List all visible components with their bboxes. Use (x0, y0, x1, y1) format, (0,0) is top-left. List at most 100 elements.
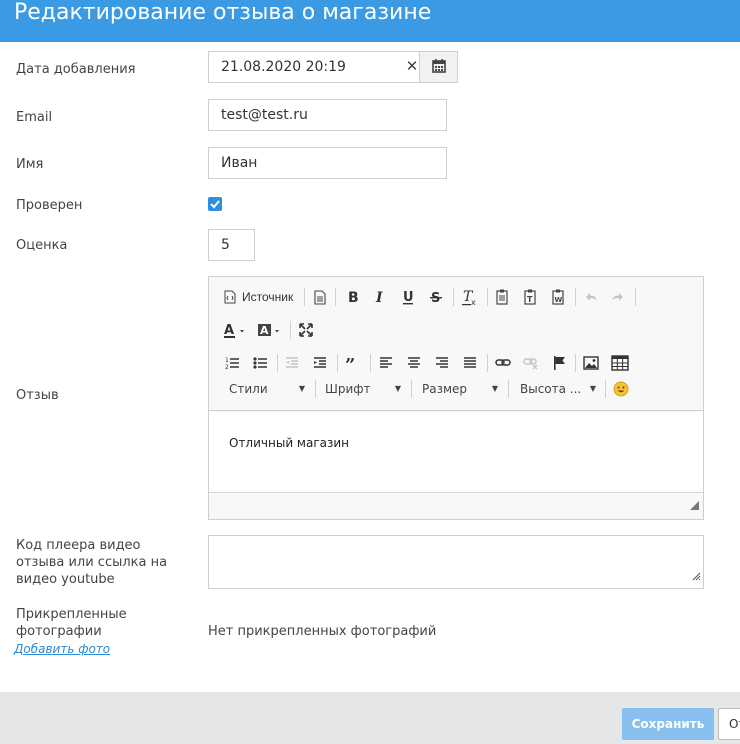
resize-handle-icon[interactable] (689, 497, 699, 515)
toolbar-separator (453, 288, 454, 306)
dialog-title: Редактирование отзыва о магазине (14, 0, 432, 25)
styles-dropdown[interactable]: Стили ▼ (229, 378, 307, 400)
review-label: Отзыв (16, 388, 59, 403)
font-dropdown[interactable]: Шрифт ▼ (325, 378, 403, 400)
toolbar-separator (315, 380, 316, 398)
add-photo-link[interactable]: Добавить фото (14, 642, 110, 656)
email-field[interactable]: test@test.ru (208, 99, 447, 131)
indent-button[interactable] (311, 352, 329, 374)
toolbar-separator (411, 380, 412, 398)
align-center-button[interactable] (405, 352, 423, 374)
rating-label: Оценка (16, 238, 68, 253)
paste-text-button[interactable]: T (521, 286, 539, 308)
bold-button[interactable]: B (343, 286, 361, 308)
calendar-icon (432, 59, 446, 73)
unlink-icon (523, 358, 538, 370)
chevron-down-icon: ▼ (491, 384, 498, 393)
review-editor[interactable]: Источник B I U S Tx T W A A 1 2 ” Стили … (208, 276, 704, 520)
paste-word-button[interactable]: W (549, 286, 567, 308)
flag-icon (554, 356, 565, 370)
video-label: Код плеера видео отзыва или ссылка на ви… (16, 538, 168, 587)
strikethrough-icon: S (430, 291, 442, 306)
date-field[interactable]: 21.08.2020 20:19 ✕ (208, 51, 458, 83)
size-dropdown[interactable]: Размер ▼ (422, 378, 500, 400)
svg-text:S: S (431, 291, 440, 306)
email-label: Email (16, 110, 53, 125)
toolbar-separator (337, 354, 338, 372)
calendar-button[interactable] (419, 52, 457, 82)
toolbar-separator (290, 321, 291, 339)
bg-color-button[interactable]: A (257, 319, 285, 341)
outdent-button[interactable] (283, 352, 301, 374)
toolbar-separator (370, 354, 371, 372)
paste-button[interactable] (493, 286, 511, 308)
align-left-button[interactable] (377, 352, 395, 374)
svg-text:A: A (224, 323, 234, 338)
new-page-button[interactable] (311, 286, 329, 308)
undo-button[interactable] (582, 286, 600, 308)
toolbar-separator (575, 288, 576, 306)
table-button[interactable] (610, 352, 630, 374)
underline-button[interactable]: U (399, 286, 417, 308)
svg-text:2: 2 (225, 364, 229, 371)
svg-text:A: A (260, 324, 269, 337)
underline-icon: U (403, 290, 414, 305)
emoji-button[interactable] (611, 378, 631, 400)
italic-button[interactable]: I (371, 286, 389, 308)
styles-label: Стили (229, 382, 268, 396)
remove-format-icon: Tx (462, 289, 476, 307)
review-text[interactable]: Отличный магазин (229, 436, 349, 450)
verified-label: Проверен (16, 198, 83, 213)
image-button[interactable] (582, 352, 600, 374)
checkmark-icon (210, 200, 220, 209)
unlink-button[interactable] (522, 352, 540, 374)
redo-button[interactable] (609, 286, 627, 308)
toolbar-separator (487, 288, 488, 306)
name-field[interactable]: Иван (208, 147, 447, 179)
align-center-icon (408, 357, 420, 368)
text-color-icon: A (224, 323, 244, 338)
chevron-down-icon: ▼ (298, 384, 305, 393)
cancel-button[interactable]: Отмена (718, 708, 740, 740)
svg-text:B: B (348, 290, 359, 306)
dialog-header: Редактирование отзыва о магазине (0, 0, 740, 42)
toolbar-separator (605, 380, 606, 398)
video-textarea[interactable] (208, 535, 704, 589)
rating-field[interactable]: 5 (208, 229, 255, 261)
toolbar-separator (487, 354, 488, 372)
date-label: Дата добавления (16, 62, 136, 77)
no-photos-text: Нет прикрепленных фотографий (208, 624, 437, 639)
svg-text:”: ” (345, 355, 355, 374)
toolbar-separator (635, 288, 636, 306)
toolbar-separator (304, 288, 305, 306)
toolbar-separator (575, 354, 576, 372)
name-label: Имя (16, 157, 44, 172)
editor-content[interactable]: Отличный магазин (209, 412, 703, 493)
italic-icon: I (375, 290, 383, 306)
anchor-button[interactable] (550, 352, 568, 374)
remove-format-button[interactable]: Tx (460, 286, 480, 308)
verified-checkbox[interactable] (208, 197, 222, 211)
source-label: Источник (242, 290, 294, 304)
svg-text:1: 1 (225, 357, 229, 364)
source-button[interactable]: Источник (223, 286, 297, 308)
bullet-list-button[interactable] (251, 352, 269, 374)
line-height-label: Высота ... (520, 382, 582, 396)
text-color-button[interactable]: A (223, 319, 249, 341)
date-value[interactable]: 21.08.2020 20:19 (221, 52, 346, 82)
save-button[interactable]: Сохранить (622, 708, 714, 740)
strike-button[interactable]: S (427, 286, 445, 308)
blockquote-button[interactable]: ” (343, 352, 363, 374)
align-right-icon (436, 357, 448, 368)
textarea-resize-icon[interactable] (692, 568, 701, 586)
numbered-list-button[interactable]: 12 (223, 352, 241, 374)
maximize-button[interactable] (297, 319, 315, 341)
numbered-list-icon: 12 (225, 357, 239, 371)
align-justify-icon (464, 357, 476, 368)
justify-button[interactable] (461, 352, 479, 374)
link-button[interactable] (494, 352, 512, 374)
outdent-icon (286, 357, 298, 368)
line-height-dropdown[interactable]: Высота ... ▼ (520, 378, 598, 400)
bullet-list-icon (253, 357, 267, 369)
align-right-button[interactable] (433, 352, 451, 374)
